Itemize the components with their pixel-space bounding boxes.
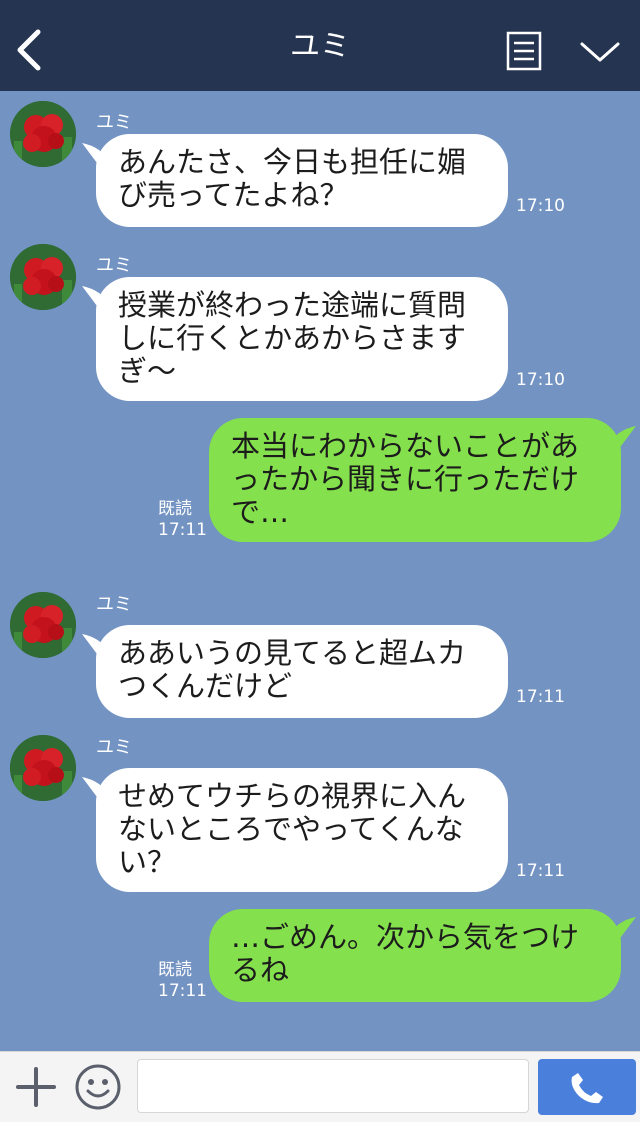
back-arrow-icon <box>17 29 41 71</box>
message-bubble[interactable]: 授業が終わった途端に質問 しに行くとかあからさます ぎ～ <box>96 277 508 401</box>
message-time: 17:11 <box>158 520 207 540</box>
sender-name: ユミ <box>96 737 132 758</box>
menu-button[interactable] <box>506 31 542 71</box>
message-time: 17:11 <box>158 981 207 1001</box>
sender-name: ユミ <box>96 594 132 615</box>
avatar-flower-image <box>10 735 76 801</box>
message-bubble[interactable]: ああいうの見てると超ムカ つくんだけど <box>96 625 508 718</box>
message-bubble[interactable]: …ごめん。次から気をつけ るね <box>209 909 621 1002</box>
emoji-icon <box>75 1064 121 1110</box>
menu-list-icon <box>506 31 542 71</box>
avatar[interactable] <box>10 244 76 310</box>
message-time: 17:10 <box>516 370 565 390</box>
message-bubble[interactable]: せめてウチらの視界に入ん ないところでやってくんな い？ <box>96 768 508 892</box>
sender-name: ユミ <box>96 112 132 133</box>
message-time: 17:11 <box>516 687 565 707</box>
avatar[interactable] <box>10 101 76 167</box>
read-receipt: 既読 <box>158 960 192 980</box>
message-bubble[interactable]: 本当にわからないことがあ ったから聞きに行っただけ で… <box>209 418 621 542</box>
plus-icon <box>16 1067 56 1107</box>
phone-icon <box>571 1073 603 1104</box>
avatar-flower-image <box>10 592 76 658</box>
input-bar <box>0 1051 640 1122</box>
avatar-flower-image <box>10 101 76 167</box>
sender-name: ユミ <box>96 255 132 276</box>
avatar[interactable] <box>10 592 76 658</box>
message-time: 17:11 <box>516 861 565 881</box>
chat-title: ユミ <box>290 29 350 64</box>
add-button[interactable] <box>14 1065 58 1109</box>
chat-area[interactable]: ユミ あんたさ、今日も担任に媚 び売ってたよね？ 17:10 ユミ 授業が終わっ… <box>0 91 640 1051</box>
emoji-button[interactable] <box>74 1063 122 1111</box>
back-button[interactable] <box>12 28 46 72</box>
message-time: 17:10 <box>516 196 565 216</box>
call-button[interactable] <box>538 1059 636 1115</box>
chevron-down-icon <box>580 42 620 62</box>
avatar[interactable] <box>10 735 76 801</box>
collapse-button[interactable] <box>578 36 622 66</box>
message-input[interactable] <box>137 1059 529 1113</box>
avatar-flower-image <box>10 244 76 310</box>
message-bubble[interactable]: あんたさ、今日も担任に媚 び売ってたよね？ <box>96 134 508 227</box>
chat-header: ユミ <box>0 0 640 91</box>
read-receipt: 既読 <box>158 499 192 519</box>
